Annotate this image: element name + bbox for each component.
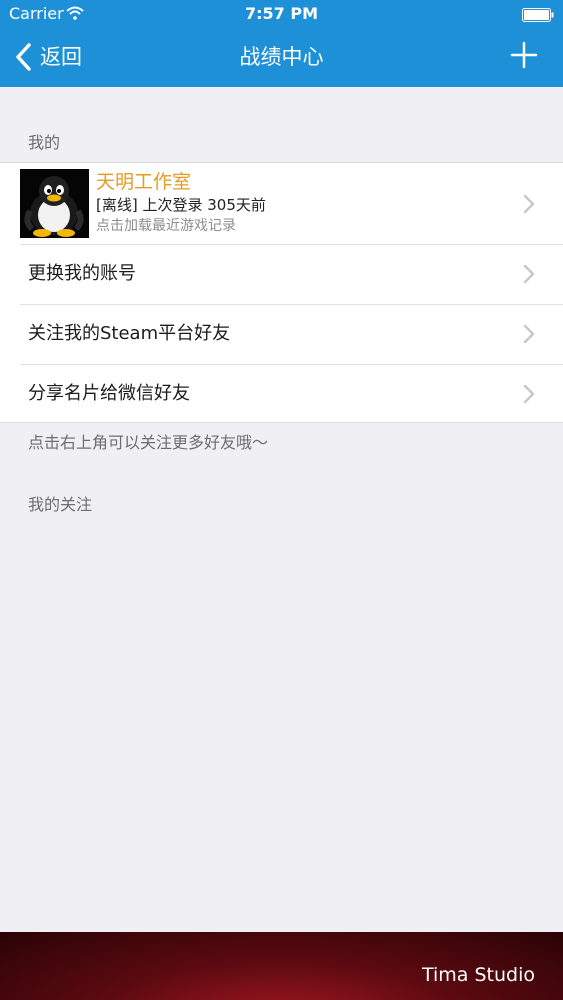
nav-bar: 返回 战绩中心 [0,28,563,87]
mine-group: 天明工作室 [离线] 上次登录 305天前 点击加载最近游戏记录 更换我的账号 … [0,162,563,423]
top-bar: Carrier 7:57 PM 返回 战绩中心 [0,0,563,87]
section-header-follow: 我的关注 [28,495,93,514]
section-footnote: 点击右上角可以关注更多好友哦～ [28,433,269,452]
penguin-avatar [20,169,89,238]
brand-label: Tima Studio [421,964,535,986]
plus-icon[interactable] [510,41,538,69]
change-account-row[interactable]: 更换我的账号 [0,244,563,304]
share-card-wechat-label: 分享名片给微信好友 [28,383,190,404]
chevron-right-icon [523,384,535,404]
status-bar: Carrier 7:57 PM [0,0,563,28]
profile-name: 天明工作室 [96,171,192,193]
profile-hint: 点击加载最近游戏记录 [96,218,236,234]
footer-banner: Tima Studio [0,932,563,1000]
chevron-right-icon [523,324,535,344]
share-card-wechat-row[interactable]: 分享名片给微信好友 [0,364,563,424]
page-title: 战绩中心 [239,45,324,69]
section-header-mine: 我的 [28,133,61,152]
profile-status: [离线] 上次登录 305天前 [96,196,266,214]
profile-row[interactable]: 天明工作室 [离线] 上次登录 305天前 点击加载最近游戏记录 [0,163,563,244]
chevron-right-icon [523,264,535,284]
avatar [20,169,89,238]
status-time: 7:57 PM [244,4,318,23]
follow-steam-friends-row[interactable]: 关注我的Steam平台好友 [0,304,563,364]
chevron-right-icon [523,194,535,214]
follow-steam-friends-label: 关注我的Steam平台好友 [28,323,231,344]
page: Carrier 7:57 PM 返回 战绩中心 我的 天明工作室 [离线] 上次… [0,0,563,1000]
change-account-label: 更换我的账号 [28,263,136,284]
battery-icon [522,8,554,22]
